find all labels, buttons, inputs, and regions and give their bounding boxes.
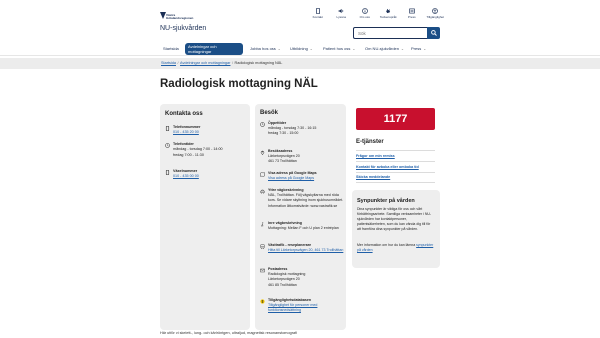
chevron-down-icon: ⌄: [423, 46, 427, 51]
chevron-down-icon: ⌄: [309, 46, 313, 51]
feedback-card: Synpunkter på vården Dina synpunkter är …: [352, 190, 440, 268]
inner-directions-text: Mottagning: Mellan F och U plan 2 entrép…: [268, 226, 339, 231]
accessibility-db-link[interactable]: Tillgänglighet för personer med funktion…: [268, 303, 345, 313]
site-name[interactable]: NU-sjukvården: [160, 24, 206, 33]
walking-icon: [261, 222, 264, 227]
nav-label: Om NU-sjukvården: [365, 46, 400, 52]
nav-item-jobba[interactable]: Jobba hos oss ⌄: [247, 43, 284, 55]
nav-label: Utbildning: [290, 46, 308, 52]
nav-label: Avdelningar och mottagningar: [188, 43, 217, 54]
eservice-link-meddelande[interactable]: Skicka meddelande: [356, 172, 435, 183]
opening-line-2: fredag 7:30 - 15:00: [268, 131, 299, 136]
search-button[interactable]: [427, 27, 440, 39]
utility-nav: Kontakt Lyssna Om oss Teckenspråk Press …: [306, 8, 447, 19]
info-icon: [361, 8, 368, 14]
util-tillganglighet[interactable]: Tillgänglighet: [424, 8, 448, 19]
breadcrumb-link-startsida[interactable]: Startsida: [161, 61, 176, 65]
eservice-link-boka[interactable]: Kontakt för avboka eller omboka tid: [356, 161, 435, 172]
nav-label: Patient hos oss: [323, 46, 351, 52]
util-label: Tillgänglighet: [426, 15, 445, 19]
location-pin-icon: [260, 150, 265, 155]
search-input[interactable]: [353, 27, 428, 39]
feedback-more: Mer information om hur du kan lämna synp…: [357, 243, 435, 253]
eservice-link-text: Frågor om min remiss: [356, 153, 395, 158]
chevron-down-icon: ⌄: [401, 46, 404, 51]
util-teckensprak[interactable]: Teckenspråk: [377, 8, 401, 19]
util-label: Om oss: [359, 15, 370, 19]
nav-label: Startsida: [163, 46, 179, 52]
address-line-2: 461 73 Trollhättan: [268, 159, 297, 164]
visit-heading: Besök: [260, 110, 279, 116]
phone-icon: [165, 170, 170, 175]
site-header: Västra Götalandsregionen NU-sjukvården K…: [0, 0, 600, 40]
util-label: Teckenspråk: [379, 15, 397, 19]
nav-label: Jobba hos oss: [250, 46, 276, 52]
breadcrumb-link-avdelningar[interactable]: Avdelningar och mottagningar: [180, 61, 230, 65]
page-title: Radiologisk mottagning NÄL: [160, 78, 318, 90]
feedback-text: Dina synpunkter är viktiga för oss och v…: [357, 207, 432, 232]
bus-icon: [260, 244, 265, 249]
accessibility-icon: [432, 8, 439, 14]
nav-item-startsida[interactable]: Startsida: [160, 43, 182, 55]
phone-icon: [165, 126, 170, 131]
speaker-icon: [338, 8, 344, 14]
logo-text: Västra Götalandsregionen: [166, 13, 194, 20]
search-form: [353, 27, 440, 39]
util-label: Press: [407, 15, 416, 19]
visit-card: Besök Öppettider måndag - torsdag 7:30 -…: [255, 104, 346, 330]
util-label: Kontakt: [312, 15, 323, 19]
breadcrumb-trail: Startsida / Avdelningar och mottagningar / R…: [161, 61, 282, 66]
chevron-down-icon: ⌄: [277, 46, 281, 51]
feedback-heading: Synpunkter på vården: [357, 198, 415, 204]
util-lyssna[interactable]: Lyssna: [330, 8, 354, 19]
badge-1177[interactable]: 1177: [356, 108, 435, 130]
eservice-link-text: Kontakt för avboka eller omboka tid: [356, 164, 419, 169]
contact-card: Kontakta oss Telefonnummer 010 - 435 20 …: [160, 104, 250, 330]
vasttrafik-link[interactable]: Hitta till Lärketorpsvägen 20, 461 73 Tr…: [268, 248, 345, 253]
nav-item-utbildning[interactable]: Utbildning ⌄: [287, 43, 316, 55]
breadcrumb-separator: /: [177, 61, 179, 65]
maps-link[interactable]: Visa adress på Google Maps: [268, 176, 345, 181]
page-intro: Här utför vi skelett-, lung- och kärlrön…: [160, 331, 297, 335]
chevron-down-icon: ⌄: [352, 46, 356, 51]
phone-icon: [315, 8, 320, 14]
newspaper-icon: [409, 8, 415, 14]
nav-item-patient[interactable]: Patient hos oss ⌄: [320, 43, 358, 55]
eservices-heading: E-tjänster: [356, 139, 384, 145]
breadcrumb-separator: /: [231, 61, 233, 65]
outer-directions-text: NÄL, Trollhättan. Följ vägskyltarna med …: [268, 193, 344, 208]
eservice-link-remiss[interactable]: Frågor om min remiss: [356, 150, 435, 161]
clock-icon: [165, 143, 170, 148]
eservices-list: Frågor om min remiss Kontakt för avboka …: [356, 150, 435, 183]
eservice-link-text: Skicka meddelande: [356, 175, 391, 179]
breadcrumb: Startsida / Avdelningar och mottagningar / R…: [0, 58, 600, 69]
map-icon: [260, 172, 265, 177]
hand-icon: [386, 8, 391, 14]
util-kontakt[interactable]: Kontakt: [306, 8, 330, 19]
search-icon: [430, 30, 437, 36]
util-press[interactable]: Press: [400, 8, 424, 19]
accessibility-icon: [260, 299, 265, 304]
nav-item-avdelningar[interactable]: Avdelningar och mottagningar: [185, 43, 243, 55]
hours-line-2: fredag 7:00 - 11:30: [173, 152, 204, 157]
car-icon: [260, 189, 265, 194]
nav-item-press[interactable]: Press ⌄: [408, 43, 429, 55]
nav-label: Press: [411, 46, 422, 52]
breadcrumb-current: Radiologisk mottagning NÄL: [234, 61, 283, 65]
util-om-oss[interactable]: Om oss: [353, 8, 377, 19]
nav-item-om-nu[interactable]: Om NU-sjukvården ⌄: [362, 43, 407, 55]
postal-line-3: 461 85 Trollhättan: [268, 282, 297, 287]
feedback-more-text: Mer information om hur du kan lämna: [357, 243, 417, 247]
contact-heading: Kontakta oss: [165, 111, 203, 117]
mail-icon: [260, 268, 265, 273]
logo-line-2: Götalandsregionen: [166, 15, 194, 20]
phone-link[interactable]: 010 - 435 20 00: [173, 130, 251, 135]
main-nav: Startsida Avdelningar och mottagningar J…: [0, 42, 600, 56]
clock-icon: [260, 122, 265, 127]
util-label: Lyssna: [336, 15, 346, 19]
switchboard-link[interactable]: 010 - 435 00 00: [173, 174, 251, 179]
